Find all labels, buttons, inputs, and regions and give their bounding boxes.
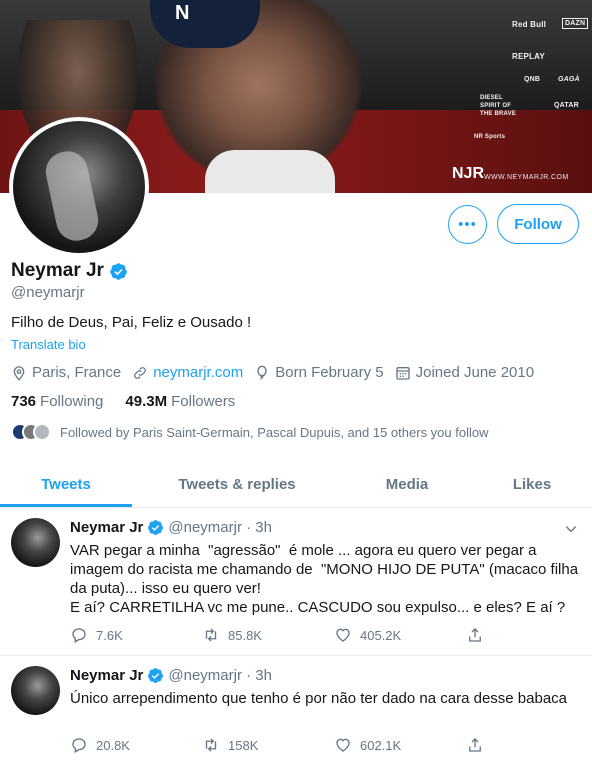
verified-badge-icon (110, 262, 127, 280)
reply-action[interactable]: 20.8K (70, 736, 202, 754)
banner-sponsor-grid: Red Bull DAZN REPLAY QNB GAGÀ DIESEL SPI… (470, 12, 589, 152)
tweet-author-name[interactable]: Neymar Jr (70, 519, 143, 536)
reply-action[interactable]: 7.6K (70, 626, 202, 644)
reply-count: 20.8K (96, 737, 130, 753)
tab-tweets-replies[interactable]: Tweets & replies (132, 461, 342, 508)
profile-meta: Paris, France neymarjr.com Born February… (11, 364, 545, 381)
tweet-text: Único arrependimento que tenho é por não… (70, 690, 568, 707)
tweet[interactable]: Neymar Jr @neymarjr · 3h VAR pegar a min… (0, 508, 592, 656)
location-text: Paris, France (32, 364, 122, 381)
follower-avatar (33, 423, 51, 441)
tweet[interactable]: Neymar Jr @neymarjr · 3h Único arrependi… (0, 656, 592, 761)
like-action[interactable]: 405.2K (334, 626, 466, 644)
retweet-action[interactable]: 158K (202, 736, 334, 754)
link-icon (134, 366, 147, 379)
retweet-action[interactable]: 85.8K (202, 626, 334, 644)
profile-name: Neymar Jr (11, 260, 104, 281)
profile-birthday: Born February 5 (254, 364, 384, 381)
profile-tabs: Tweets Tweets & replies Media Likes (0, 461, 592, 508)
profile-counts: 736 Following 49.3M Followers (11, 393, 235, 410)
profile-handle: @neymarjr (11, 284, 85, 301)
avatar-photo (13, 121, 145, 253)
tab-likes[interactable]: Likes (472, 461, 592, 508)
like-icon (336, 738, 350, 752)
followed-by-text: Followed by Paris Saint-Germain, Pascal … (60, 424, 489, 440)
retweet-icon (205, 738, 217, 752)
tab-media[interactable]: Media (342, 461, 472, 508)
birthday-text: Born February 5 (275, 364, 384, 381)
like-count: 405.2K (360, 627, 402, 643)
active-tab-indicator (0, 504, 132, 507)
njr-logo: NJR (452, 165, 485, 182)
tweet-actions: 20.8K 158K 602.1K (70, 736, 592, 754)
share-icon (469, 738, 481, 752)
more-options-button[interactable]: ••• (448, 205, 487, 244)
like-icon (336, 628, 350, 642)
joined-text: Joined June 2010 (415, 364, 535, 381)
sponsor-logo: REPLAY (512, 52, 545, 61)
calendar-icon (395, 366, 410, 380)
tweet-text: VAR pegar a minha "agressão" é mole ... … (70, 542, 579, 616)
followers-count: 49.3M (125, 393, 168, 410)
followers-label: Followers (171, 393, 236, 410)
profile-website[interactable]: neymarjr.com (132, 364, 243, 381)
share-action[interactable] (466, 736, 592, 754)
tab-tweets[interactable]: Tweets (0, 461, 132, 508)
following-count: 736 (11, 393, 37, 410)
translate-bio-link[interactable]: Translate bio (11, 337, 86, 352)
tweet-handle-time[interactable]: @neymarjr · 3h (168, 667, 272, 684)
tweet-handle-time[interactable]: @neymarjr · 3h (168, 519, 272, 536)
profile-avatar[interactable] (9, 117, 149, 257)
sponsor-logo: QATAR (554, 102, 579, 109)
reply-icon (72, 628, 86, 643)
tweet-author-name[interactable]: Neymar Jr (70, 667, 143, 684)
sponsor-logo: Red Bull (512, 20, 547, 29)
like-action[interactable]: 602.1K (334, 736, 466, 754)
retweet-icon (205, 628, 217, 642)
following-label: Following (40, 393, 104, 410)
banner-site-url: WWW.NEYMARJR.COM (484, 174, 569, 181)
sponsor-logo: QNB (524, 76, 541, 83)
tweet-avatar[interactable] (11, 666, 60, 715)
following-count-link[interactable]: 736 Following (11, 393, 103, 410)
like-count: 602.1K (360, 737, 402, 753)
profile-name-row: Neymar Jr (11, 260, 128, 282)
share-action[interactable] (466, 626, 592, 644)
sponsor-logo: NR Sports (474, 134, 506, 140)
followers-count-link[interactable]: 49.3M Followers (125, 393, 235, 410)
follow-button[interactable]: Follow (497, 204, 579, 244)
tweet-avatar[interactable] (11, 518, 60, 567)
tweet-header: Neymar Jr @neymarjr · 3h (70, 519, 272, 536)
sponsor-logo: GAGÀ (558, 76, 580, 83)
retweet-count: 158K (228, 737, 259, 753)
retweet-count: 85.8K (228, 627, 262, 643)
balloon-icon (257, 365, 267, 380)
reply-count: 7.6K (96, 627, 123, 643)
banner-cap-logo: N (175, 2, 190, 24)
verified-badge-icon (148, 668, 164, 683)
website-link[interactable]: neymarjr.com (153, 364, 243, 381)
share-icon (469, 628, 481, 642)
profile-location: Paris, France (11, 364, 121, 381)
sponsor-logo: DAZN (562, 18, 589, 29)
profile-bio: Filho de Deus, Pai, Feliz e Ousado ! (11, 314, 252, 331)
tweet-actions: 7.6K 85.8K 405.2K (70, 626, 592, 644)
followed-by-row[interactable]: Followed by Paris Saint-Germain, Pascal … (11, 423, 489, 441)
banner-shirt (205, 150, 335, 193)
verified-badge-icon (148, 520, 164, 535)
tweet-header: Neymar Jr @neymarjr · 3h (70, 667, 272, 684)
sponsor-logo: DIESEL SPIRIT OF THE BRAVE (480, 95, 517, 117)
reply-icon (72, 738, 86, 753)
avatar-tattooed-hand (42, 147, 102, 245)
more-dots-icon: ••• (458, 216, 477, 233)
location-pin-icon (13, 365, 25, 381)
profile-joined: Joined June 2010 (395, 364, 534, 381)
chevron-down-icon[interactable] (564, 522, 578, 536)
